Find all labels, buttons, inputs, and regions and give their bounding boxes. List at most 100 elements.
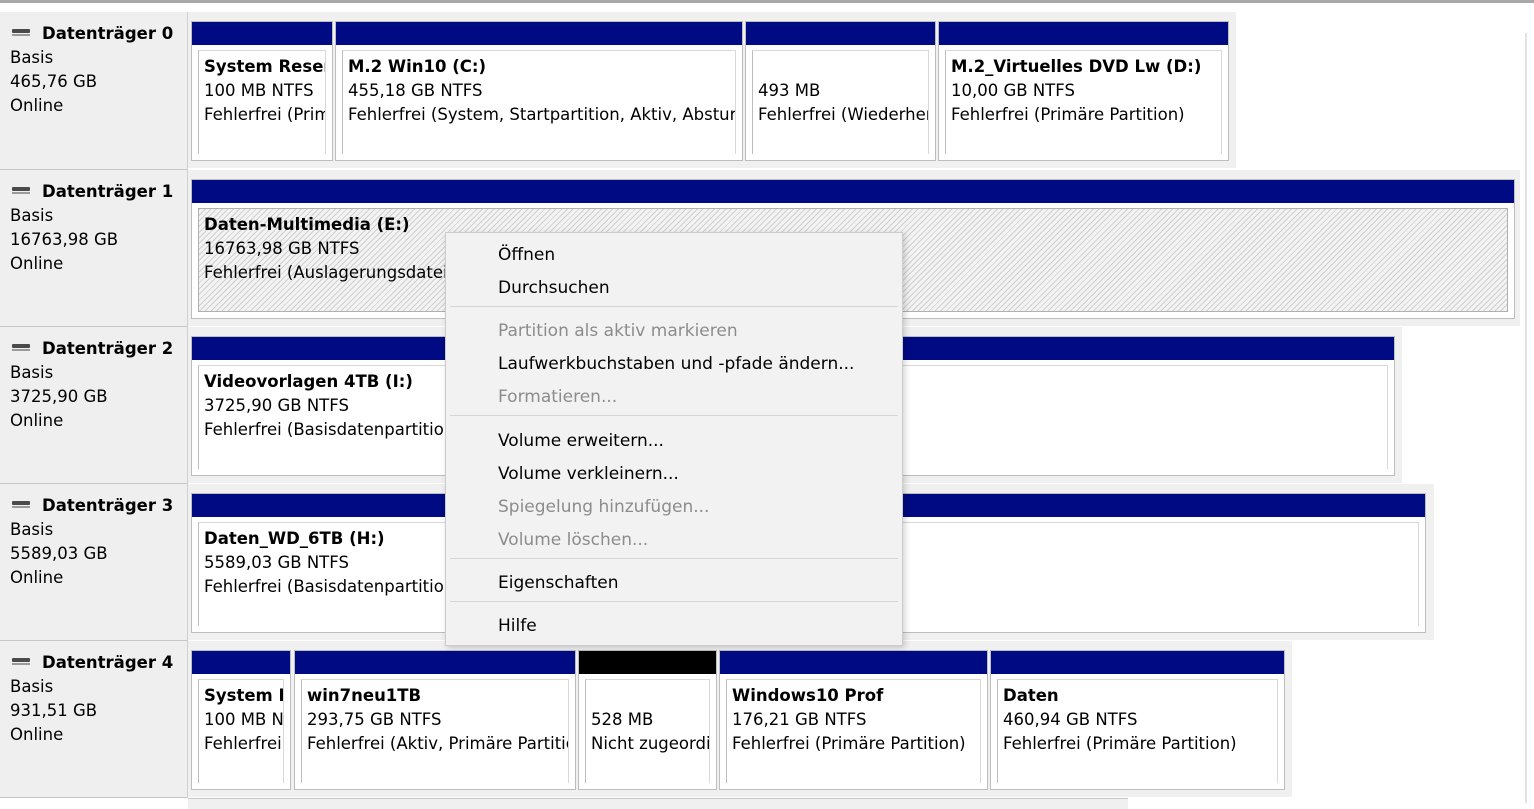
menu-item-add-mirror[interactable]: Spiegelung hinzufügen... xyxy=(498,493,709,521)
partition-c-drive[interactable]: M.2 Win10 (C:) 455,18 GB NTFS Fehlerfrei… xyxy=(335,21,743,161)
partition-color-bar xyxy=(192,651,290,674)
menu-item-help[interactable]: Hilfe xyxy=(498,612,537,640)
partition-daten[interactable]: Daten 460,94 GB NTFS Fehlerfrei (Primäre… xyxy=(990,650,1285,790)
disk-3-status: Online xyxy=(10,568,64,587)
disk-2-type: Basis xyxy=(10,363,54,382)
partition-status: Fehlerfrei xyxy=(204,734,282,753)
partition-status: Fehlerfrei (Wiederher xyxy=(758,105,929,124)
partition-size: 10,00 GB NTFS xyxy=(951,81,1075,100)
partition-color-bar xyxy=(336,22,742,45)
partition-d-drive[interactable]: M.2_Virtuelles DVD Lw (D:) 10,00 GB NTFS… xyxy=(938,21,1229,161)
partition-color-bar xyxy=(579,651,716,674)
partition-name: System R xyxy=(204,686,284,705)
disk-3-title-label: Datenträger 3 xyxy=(42,496,174,515)
partition-size: 460,94 GB NTFS xyxy=(1003,710,1138,729)
disk-drive-icon xyxy=(10,341,30,354)
menu-separator xyxy=(450,601,898,602)
disk-drive-icon xyxy=(10,26,30,39)
disk-0-status: Online xyxy=(10,96,64,115)
partition-status: Fehlerfrei (Primäre Partition) xyxy=(1003,734,1237,753)
disk-3-info[interactable]: Datenträger 3 Basis 5589,03 GB Online xyxy=(0,484,188,641)
menu-item-explore[interactable]: Durchsuchen xyxy=(498,274,610,302)
disk-1-status: Online xyxy=(10,254,64,273)
disk-1-title-label: Datenträger 1 xyxy=(42,182,174,201)
disk-4-type: Basis xyxy=(10,677,54,696)
menu-item-open[interactable]: Öffnen xyxy=(498,241,555,269)
next-disk-row-edge xyxy=(188,798,1128,809)
partition-status: Fehlerfrei (Aktiv, Primäre Partition xyxy=(307,734,569,753)
disk-2-size: 3725,90 GB xyxy=(10,387,108,406)
partition-name: M.2_Virtuelles DVD Lw (D:) xyxy=(951,57,1202,76)
partition-win7[interactable]: win7neu1TB 293,75 GB NTFS Fehlerfrei (Ak… xyxy=(294,650,576,790)
context-menu: Öffnen Durchsuchen Partition als aktiv m… xyxy=(445,232,903,646)
menu-separator xyxy=(450,558,898,559)
disk-drive-icon xyxy=(10,498,30,511)
partition-status: Fehlerfrei (Primäre Partition) xyxy=(951,105,1185,124)
menu-separator xyxy=(450,415,898,416)
partition-size: 493 MB xyxy=(758,81,821,100)
partition-color-bar xyxy=(720,651,987,674)
disk-0-title: Datenträger 0 xyxy=(10,22,187,46)
partition-name: Windows10 Prof xyxy=(732,686,884,705)
partition-name: System Reserv xyxy=(204,57,325,76)
partition-size: 528 MB xyxy=(591,710,654,729)
disk-1-title: Datenträger 1 xyxy=(10,180,187,204)
menu-separator xyxy=(450,306,898,307)
partition-color-bar xyxy=(295,651,575,674)
partition-status: Fehlerfrei (Primäre Partition) xyxy=(732,734,966,753)
disk-3-type: Basis xyxy=(10,520,54,539)
disk-4-info[interactable]: Datenträger 4 Basis 931,51 GB Online xyxy=(0,641,188,798)
disk-0-type: Basis xyxy=(10,48,54,67)
disk-3-title: Datenträger 3 xyxy=(10,494,187,518)
partition-color-bar xyxy=(991,651,1284,674)
partition-size: 176,21 GB NTFS xyxy=(732,710,867,729)
menu-item-shrink-volume[interactable]: Volume verkleinern... xyxy=(498,460,679,488)
disk-1-info[interactable]: Datenträger 1 Basis 16763,98 GB Online xyxy=(0,170,188,327)
partition-name xyxy=(758,55,928,79)
partition-status: Nicht zugeordi xyxy=(591,734,710,753)
disk-2-title-label: Datenträger 2 xyxy=(42,339,174,358)
disk-4-title-label: Datenträger 4 xyxy=(42,653,174,672)
partition-system-reserved-2[interactable]: System R 100 MB N Fehlerfrei xyxy=(191,650,291,790)
menu-item-change-drive-letter[interactable]: Laufwerkbuchstaben und -pfade ändern... xyxy=(498,350,854,378)
partition-recovery[interactable]: 493 MB Fehlerfrei (Wiederher xyxy=(745,21,936,161)
partition-size: 100 MB NTFS xyxy=(204,81,314,100)
partition-name: M.2 Win10 (C:) xyxy=(348,57,487,76)
partition-size: 293,75 GB NTFS xyxy=(307,710,442,729)
menu-item-mark-active[interactable]: Partition als aktiv markieren xyxy=(498,317,738,345)
partition-color-bar xyxy=(939,22,1228,45)
disk-3-size: 5589,03 GB xyxy=(10,544,108,563)
disk-1-size: 16763,98 GB xyxy=(10,230,119,249)
disk-0-size: 465,76 GB xyxy=(10,72,98,91)
partition-size: 455,18 GB NTFS xyxy=(348,81,483,100)
partition-name: win7neu1TB xyxy=(307,686,422,705)
partition-size: 100 MB N xyxy=(204,710,284,729)
partition-status: Fehlerfrei (Prim xyxy=(204,105,326,124)
disk-0-title-label: Datenträger 0 xyxy=(42,24,174,43)
disk-drive-icon xyxy=(10,184,30,197)
menu-item-delete-volume[interactable]: Volume löschen... xyxy=(498,526,648,554)
disk-2-status: Online xyxy=(10,411,64,430)
partition-color-bar xyxy=(192,22,332,45)
disk-4-status: Online xyxy=(10,725,64,744)
menu-item-properties[interactable]: Eigenschaften xyxy=(498,569,618,597)
partition-name: Daten xyxy=(1003,686,1059,705)
partition-system-reserved[interactable]: System Reserv 100 MB NTFS Fehlerfrei (Pr… xyxy=(191,21,333,161)
vertical-scrollbar[interactable] xyxy=(1520,3,1534,808)
partition-status: Fehlerfrei (System, Startpartition, Akti… xyxy=(348,105,736,124)
disk-4-size: 931,51 GB xyxy=(10,701,98,720)
partition-name xyxy=(591,684,709,708)
partition-color-bar xyxy=(192,180,1514,203)
disk-2-info[interactable]: Datenträger 2 Basis 3725,90 GB Online xyxy=(0,327,188,484)
disk-4-title: Datenträger 4 xyxy=(10,651,187,675)
disk-0-info[interactable]: Datenträger 0 Basis 465,76 GB Online xyxy=(0,12,188,170)
partition-color-bar xyxy=(746,22,935,45)
disk-2-title: Datenträger 2 xyxy=(10,337,187,361)
partition-unallocated[interactable]: 528 MB Nicht zugeordi xyxy=(578,650,717,790)
menu-item-extend-volume[interactable]: Volume erweitern... xyxy=(498,427,664,455)
disk-1-type: Basis xyxy=(10,206,54,225)
menu-item-format[interactable]: Formatieren... xyxy=(498,383,617,411)
window-top-border xyxy=(0,0,1534,3)
partition-windows10[interactable]: Windows10 Prof 176,21 GB NTFS Fehlerfrei… xyxy=(719,650,988,790)
disk-drive-icon xyxy=(10,655,30,668)
